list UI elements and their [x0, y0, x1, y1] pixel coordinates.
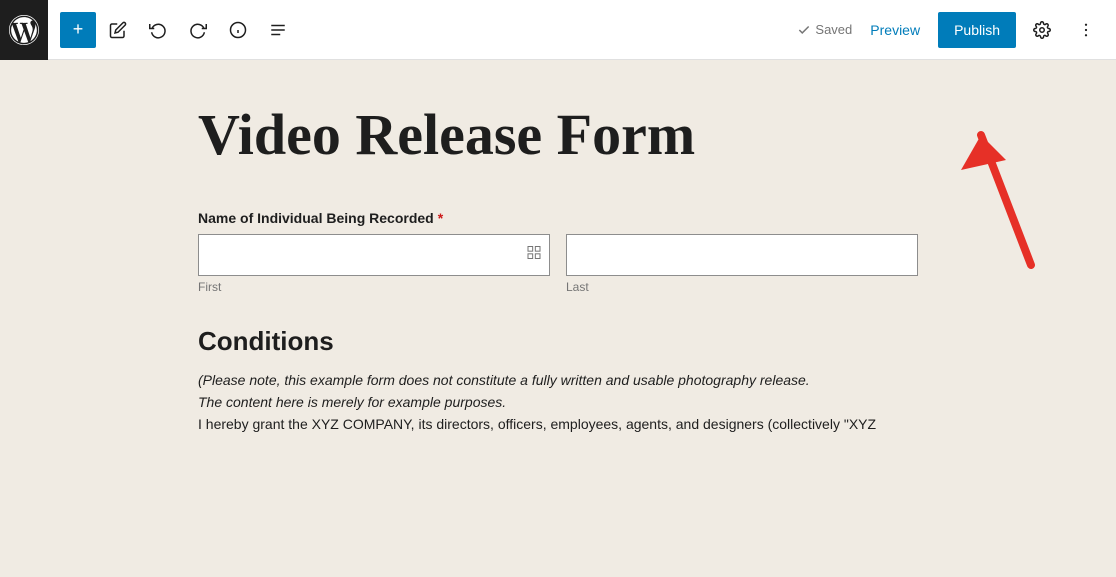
redo-icon: [189, 21, 207, 39]
list-view-icon: [269, 21, 287, 39]
info-button[interactable]: [220, 12, 256, 48]
redo-button[interactable]: [180, 12, 216, 48]
conditions-line2: The content here is merely for example p…: [198, 391, 918, 413]
settings-button[interactable]: [1024, 12, 1060, 48]
preview-button[interactable]: Preview: [860, 16, 930, 44]
page-title: Video Release Form: [198, 100, 918, 170]
last-name-input[interactable]: [566, 234, 918, 276]
name-label-text: Name of Individual Being Recorded: [198, 210, 434, 226]
first-sublabel: First: [198, 280, 550, 294]
undo-button[interactable]: [140, 12, 176, 48]
editor-content: Video Release Form Name of Individual Be…: [198, 100, 918, 537]
toolbar: +: [0, 0, 1116, 60]
name-sublabels: First Last: [198, 280, 918, 294]
required-star: *: [438, 210, 443, 226]
more-options-button[interactable]: [1068, 12, 1104, 48]
name-field-label: Name of Individual Being Recorded *: [198, 210, 918, 226]
red-arrow-annotation: [951, 115, 1061, 275]
saved-label: Saved: [815, 22, 852, 37]
pen-icon: [109, 21, 127, 39]
undo-icon: [149, 21, 167, 39]
more-options-icon: [1077, 21, 1095, 39]
add-block-button[interactable]: +: [60, 12, 96, 48]
first-name-wrapper: [198, 234, 550, 276]
conditions-text: (Please note, this example form does not…: [198, 369, 918, 436]
toolbar-right: Saved Preview Publish: [797, 12, 1104, 48]
first-name-input[interactable]: [198, 234, 550, 276]
edit-button[interactable]: [100, 12, 136, 48]
settings-icon: [1033, 21, 1051, 39]
last-name-wrapper: [566, 234, 918, 276]
wp-logo[interactable]: [0, 0, 48, 60]
name-fields: [198, 234, 918, 276]
saved-indicator: Saved: [797, 22, 852, 37]
publish-button[interactable]: Publish: [938, 12, 1016, 48]
form-section: Name of Individual Being Recorded *: [198, 210, 918, 294]
info-icon: [229, 21, 247, 39]
conditions-section: Conditions (Please note, this example fo…: [198, 326, 918, 436]
wordpress-logo-icon: [9, 15, 39, 45]
conditions-line3: I hereby grant the XYZ COMPANY, its dire…: [198, 413, 918, 435]
checkmark-icon: [797, 23, 811, 37]
last-sublabel: Last: [566, 280, 918, 294]
conditions-title: Conditions: [198, 326, 918, 357]
conditions-line1: (Please note, this example form does not…: [198, 369, 918, 391]
list-view-button[interactable]: [260, 12, 296, 48]
editor-area: Video Release Form Name of Individual Be…: [0, 60, 1116, 577]
